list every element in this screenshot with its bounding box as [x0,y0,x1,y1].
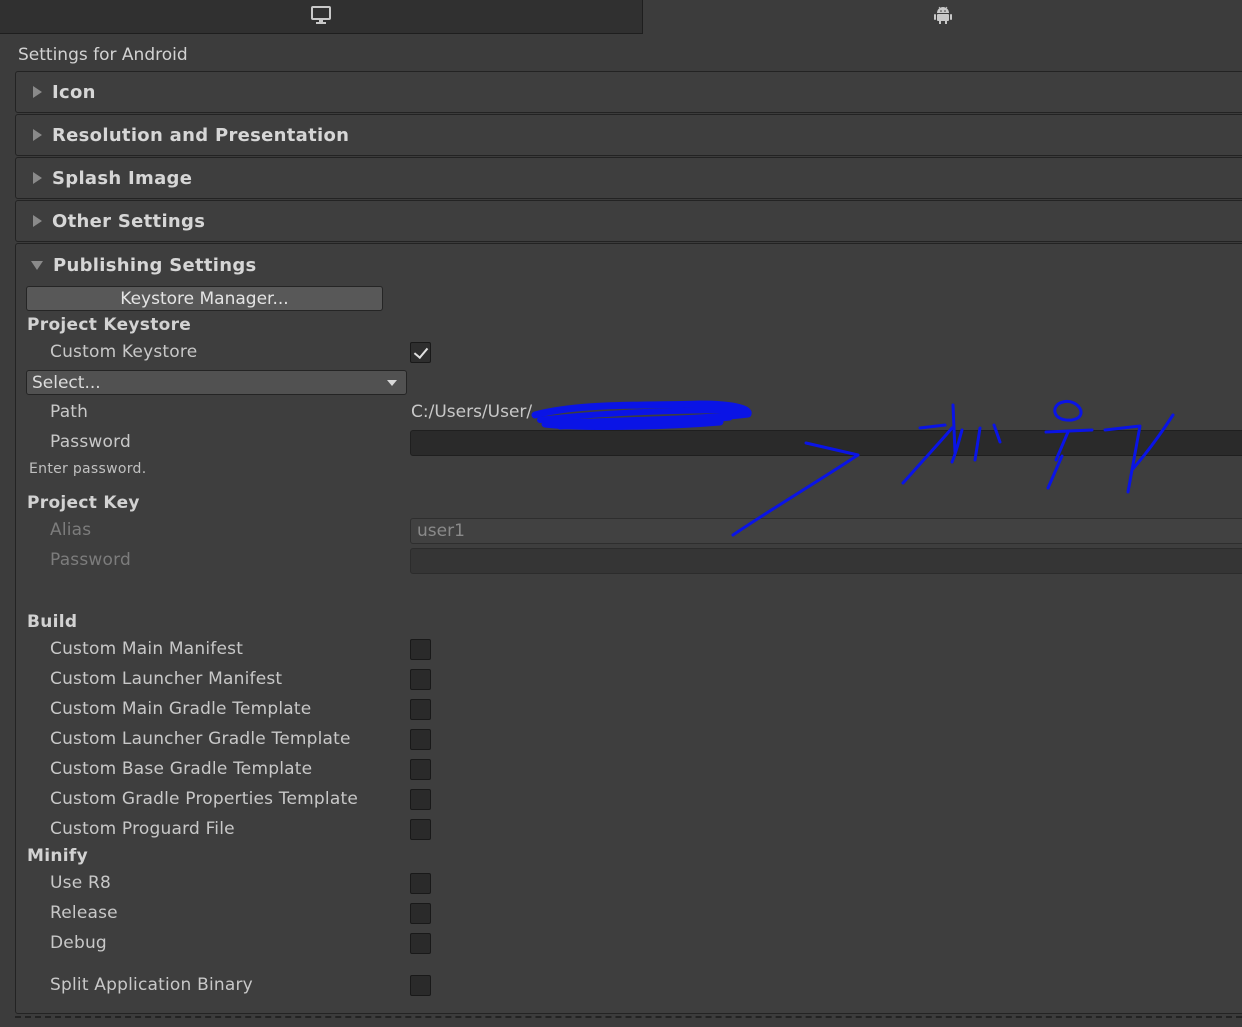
dropdown-arrow-icon [387,380,397,386]
foldout-label: Publishing Settings [53,254,257,276]
custom-launcher-manifest-label: Custom Launcher Manifest [50,669,283,689]
foldout-label: Other Settings [52,210,206,232]
custom-launcher-gradle-template-checkbox[interactable] [410,729,431,750]
custom-launcher-manifest-checkbox[interactable] [410,669,431,690]
custom-base-gradle-template-checkbox[interactable] [410,759,431,780]
panel-title: Settings for Android [18,45,188,65]
custom-main-manifest-checkbox[interactable] [410,639,431,660]
key-password-field[interactable] [410,548,1242,574]
monitor-icon [310,5,332,29]
foldout-label: Splash Image [52,167,193,189]
foldout-resolution[interactable]: Resolution and Presentation [15,114,1242,156]
keystore-select-dropdown[interactable]: Select... [26,370,407,395]
custom-main-gradle-template-label: Custom Main Gradle Template [50,699,312,719]
foldout-label: Icon [52,81,96,103]
foldout-publishing-settings[interactable]: Publishing Settings [15,246,257,284]
chevron-right-icon [33,215,42,227]
chevron-right-icon [33,129,42,141]
project-key-heading: Project Key [27,493,140,513]
custom-proguard-file-label: Custom Proguard File [50,819,235,839]
keystore-password-field[interactable] [410,430,1242,456]
path-value: C:/Users/User/ [411,402,533,422]
password-help-text: Enter password. [29,461,147,477]
custom-base-gradle-template-label: Custom Base Gradle Template [50,759,313,779]
key-password-label: Password [50,550,132,570]
debug-label: Debug [50,933,107,953]
keystore-select-value: Select... [32,372,101,393]
use-r8-checkbox[interactable] [410,873,431,894]
custom-keystore-label: Custom Keystore [50,342,198,362]
section-bottom-border [15,1012,1242,1018]
build-heading: Build [27,612,78,632]
alias-label: Alias [50,520,92,540]
custom-keystore-checkbox[interactable] [410,342,431,363]
split-application-binary-label: Split Application Binary [50,975,253,995]
foldout-label: Resolution and Presentation [52,124,350,146]
chevron-down-icon [31,260,43,270]
foldout-other-settings[interactable]: Other Settings [15,200,1242,242]
minify-heading: Minify [27,846,88,866]
debug-checkbox[interactable] [410,933,431,954]
use-r8-label: Use R8 [50,873,111,893]
custom-launcher-gradle-template-label: Custom Launcher Gradle Template [50,729,351,749]
release-label: Release [50,903,118,923]
alias-dropdown[interactable]: user1 [410,518,1242,544]
project-keystore-heading: Project Keystore [27,315,192,335]
custom-gradle-properties-template-checkbox[interactable] [410,789,431,810]
alias-value: user1 [417,521,465,541]
foldout-splash-image[interactable]: Splash Image [15,157,1242,199]
chevron-right-icon [33,172,42,184]
path-label: Path [50,402,89,422]
keystore-manager-button[interactable]: Keystore Manager... [26,286,383,311]
custom-proguard-file-checkbox[interactable] [410,819,431,840]
custom-main-gradle-template-checkbox[interactable] [410,699,431,720]
split-application-binary-checkbox[interactable] [410,975,431,996]
foldout-icon[interactable]: Icon [15,71,1242,113]
chevron-right-icon [33,86,42,98]
tab-standalone[interactable] [0,0,643,34]
keystore-password-label: Password [50,432,132,452]
publishing-settings-section [15,243,1242,1014]
release-checkbox[interactable] [410,903,431,924]
tab-android[interactable] [643,0,1242,34]
custom-main-manifest-label: Custom Main Manifest [50,639,244,659]
android-icon [933,5,953,29]
custom-gradle-properties-template-label: Custom Gradle Properties Template [50,789,358,809]
